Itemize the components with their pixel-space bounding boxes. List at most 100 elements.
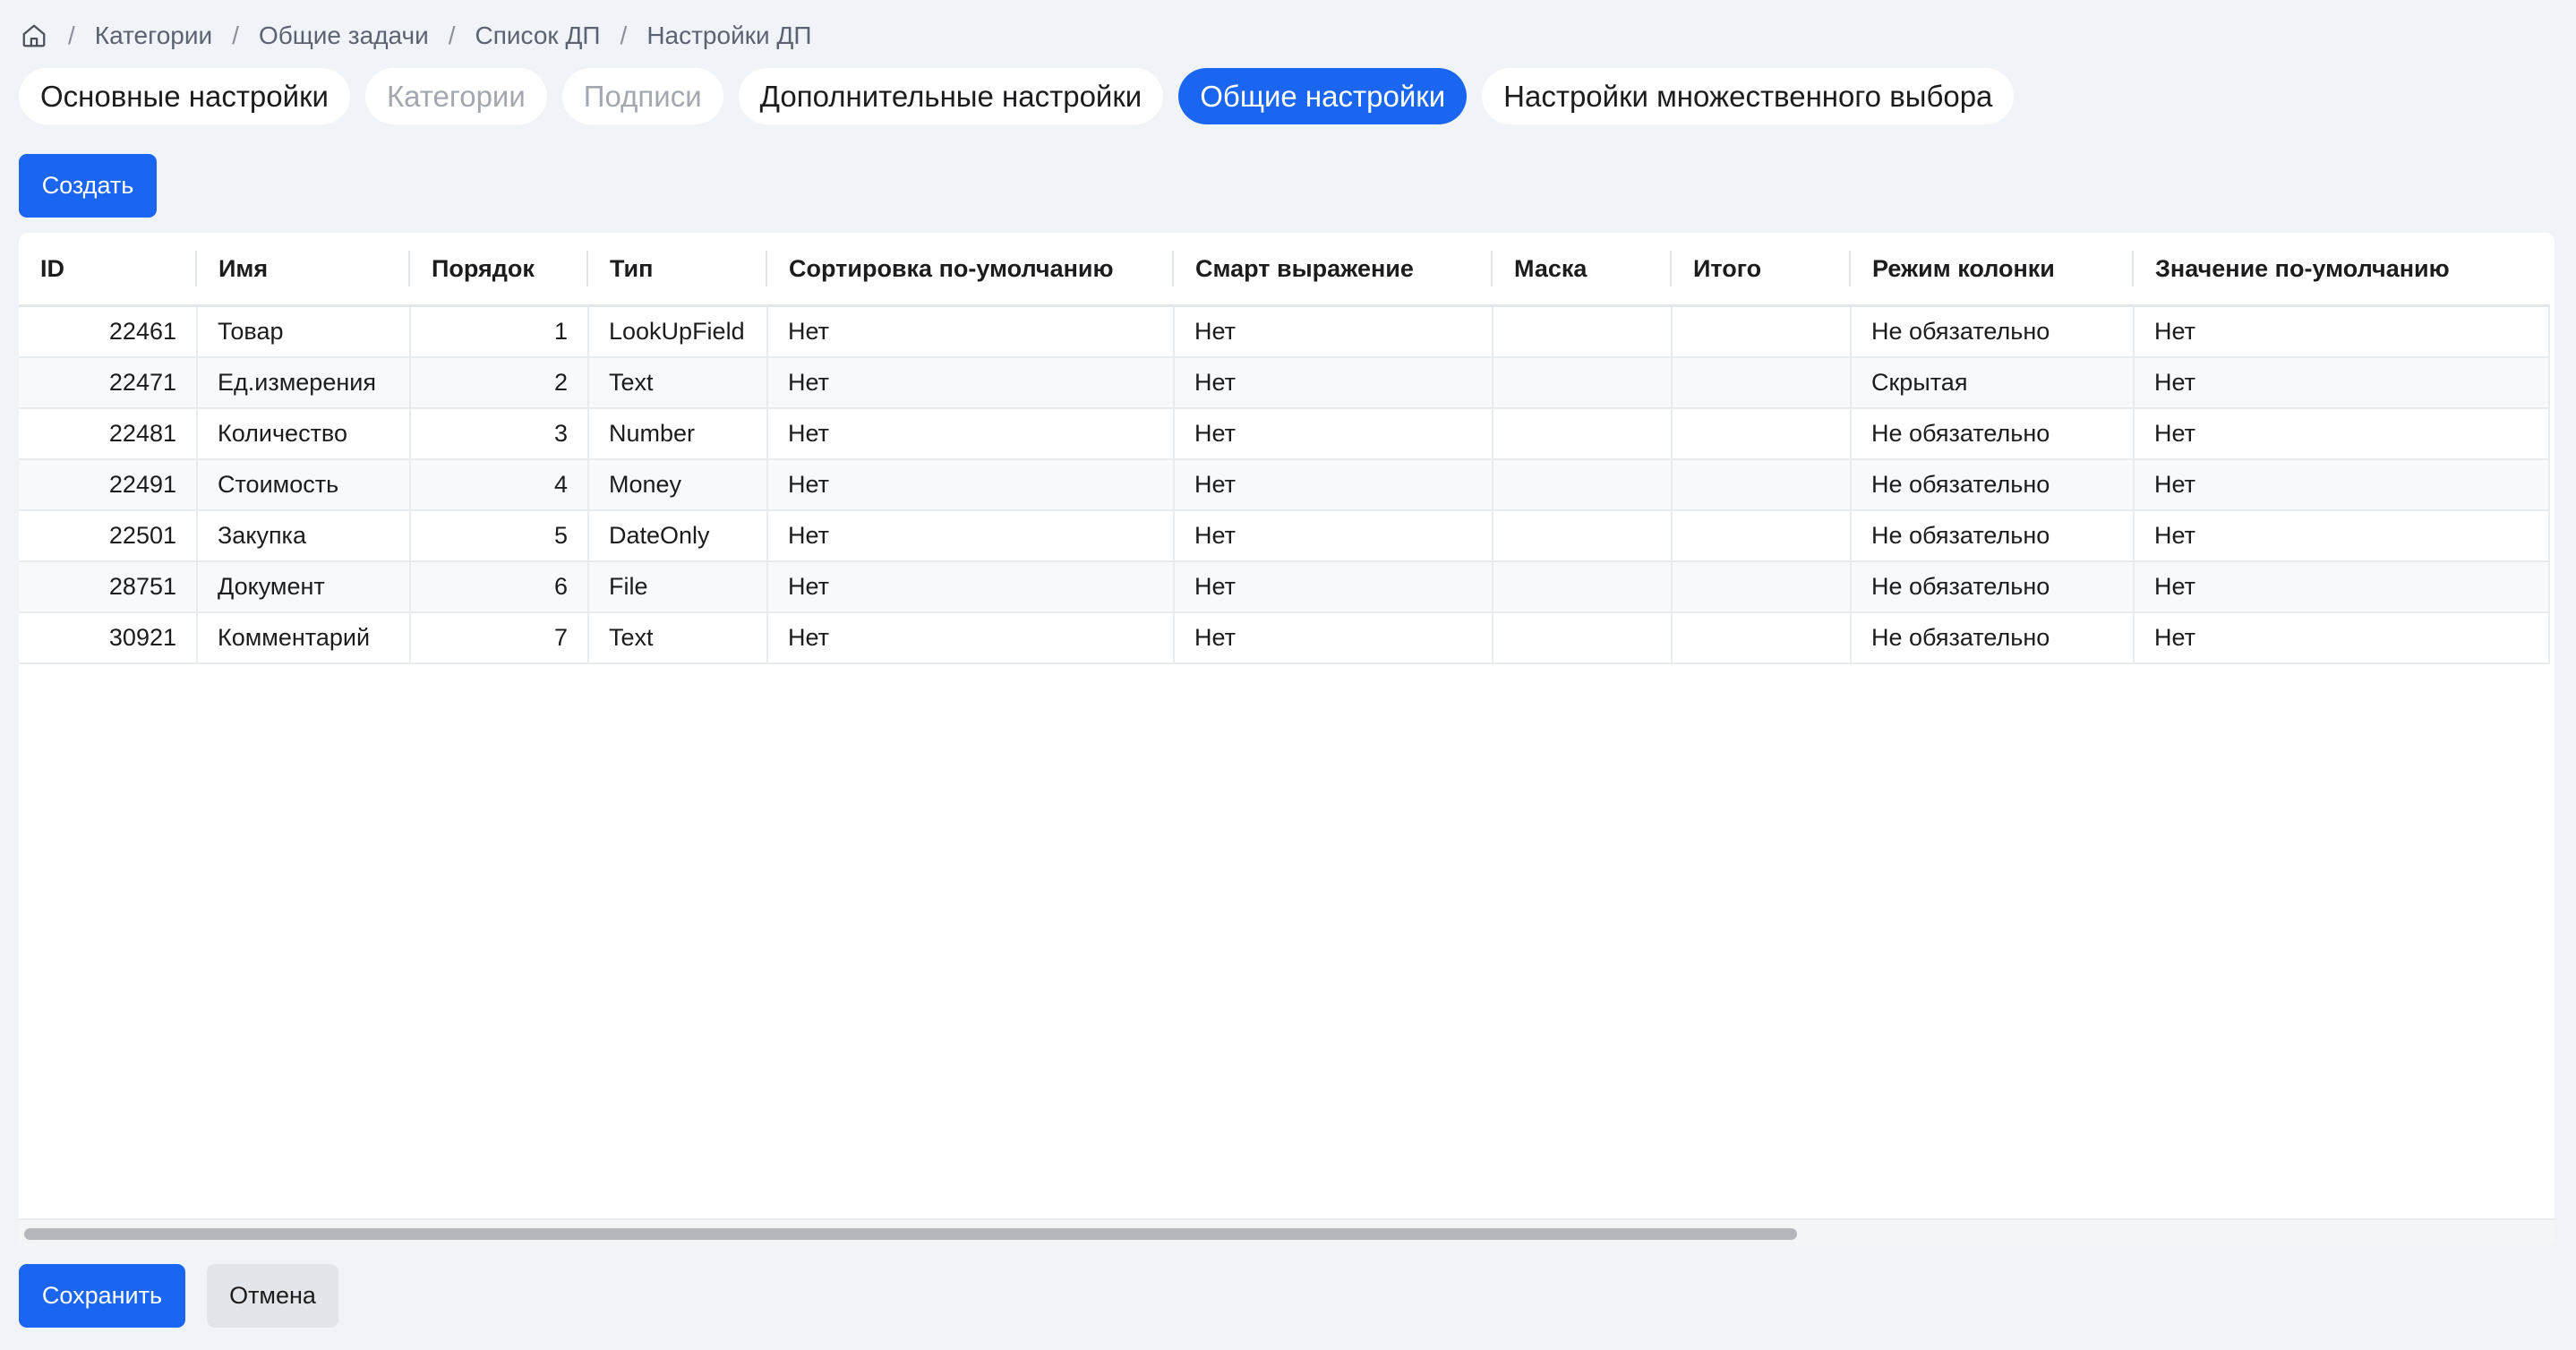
cell-smart-expression: Нет [1174,510,1493,562]
table-row[interactable]: 22461 Товар 1 LookUpField Нет Нет Не обязатель… [19,305,2550,358]
cell-mask [1493,612,1673,664]
breadcrumb-separator: / [448,21,456,49]
settings-tabs: Основные настройки Категории Подписи Доп… [19,68,2015,124]
home-icon[interactable] [20,21,48,50]
cell-total [1672,612,1852,664]
cell-default-value: Нет [2134,459,2550,511]
cell-type: Text [588,357,768,409]
column-header-default-sort[interactable]: Сортировка по-умолчанию [767,233,1174,307]
column-header-order[interactable]: Порядок [410,233,588,307]
table-row[interactable]: 28751 Документ 6 File Нет Нет Не обязательно Не… [19,561,2550,613]
cell-order: 2 [410,357,589,409]
cell-name: Количество [197,408,411,460]
tab-additional-settings[interactable]: Дополнительные настройки [738,68,1164,124]
cell-default-sort: Нет [767,305,1175,358]
column-header-default-value[interactable]: Значение по-умолчанию [2134,233,2549,307]
cell-order: 6 [410,561,589,613]
column-header-id[interactable]: ID [19,233,197,307]
breadcrumb-item-common-tasks[interactable]: Общие задачи [259,21,429,50]
cell-total [1672,561,1852,613]
cell-name: Документ [197,561,411,613]
cell-mask [1493,305,1673,358]
cell-name: Ед.измерения [197,357,411,409]
cell-name: Закупка [197,510,411,562]
cancel-button[interactable]: Отмена [207,1264,338,1328]
cell-order: 3 [410,408,589,460]
scrollbar-thumb[interactable] [24,1228,1797,1240]
table-row[interactable]: 22491 Стоимость 4 Money Нет Нет Не обязательно… [19,459,2550,511]
columns-table-panel: ID Имя Порядок Тип Сортировка по-умолчан… [19,233,2555,1247]
breadcrumb-item-list[interactable]: Список ДП [475,21,601,50]
cell-type: Number [588,408,768,460]
column-header-total[interactable]: Итого [1672,233,1851,307]
cell-type: Money [588,459,768,511]
cell-smart-expression: Нет [1174,612,1493,664]
table-row[interactable]: 22471 Ед.измерения 2 Text Нет Нет Скрытая Нет [19,357,2550,409]
cell-type: Text [588,612,768,664]
cell-order: 7 [410,612,589,664]
cell-id: 28751 [19,561,198,613]
save-button[interactable]: Сохранить [19,1264,185,1328]
cell-default-value: Нет [2134,510,2550,562]
table-body: 22461 Товар 1 LookUpField Нет Нет Не обязатель… [19,305,2550,664]
tab-multiple-choice-settings[interactable]: Настройки множественного выбора [1482,68,2015,124]
breadcrumb-separator: / [620,21,628,49]
table-row[interactable]: 22501 Закупка 5 DateOnly Нет Нет Не обязательн… [19,510,2550,562]
cell-total [1672,357,1852,409]
cell-order: 5 [410,510,589,562]
cell-name: Стоимость [197,459,411,511]
cell-order: 4 [410,459,589,511]
cell-default-value: Нет [2134,561,2550,613]
tab-categories: Категории [364,68,547,124]
cell-column-mode: Не обязательно [1851,459,2135,511]
column-header-smart-expression[interactable]: Смарт выражение [1174,233,1493,307]
columns-table: ID Имя Порядок Тип Сортировка по-умолчан… [19,233,2550,664]
column-header-mask[interactable]: Маска [1493,233,1672,307]
cell-order: 1 [410,305,589,358]
column-header-column-mode[interactable]: Режим колонки [1851,233,2134,307]
cell-id: 22501 [19,510,198,562]
cell-mask [1493,408,1673,460]
breadcrumb-separator: / [232,21,239,49]
cell-default-value: Нет [2134,612,2550,664]
cell-type: File [588,561,768,613]
cell-column-mode: Скрытая [1851,357,2135,409]
cell-default-sort: Нет [767,357,1175,409]
cell-default-value: Нет [2134,357,2550,409]
cell-default-sort: Нет [767,408,1175,460]
column-header-type[interactable]: Тип [588,233,767,307]
cell-smart-expression: Нет [1174,459,1493,511]
cell-column-mode: Не обязательно [1851,612,2135,664]
horizontal-scrollbar[interactable] [19,1218,2555,1247]
cell-default-value: Нет [2134,305,2550,358]
table-row[interactable]: 22481 Количество 3 Number Нет Нет Не обязатель… [19,408,2550,460]
cell-id: 22481 [19,408,198,460]
cell-smart-expression: Нет [1174,357,1493,409]
cell-mask [1493,510,1673,562]
breadcrumb-item-categories[interactable]: Категории [95,21,212,50]
cell-type: DateOnly [588,510,768,562]
table-row[interactable]: 30921 Комментарий 7 Text Нет Нет Не обязательн… [19,612,2550,664]
cell-default-sort: Нет [767,561,1175,613]
cell-name: Товар [197,305,411,358]
tab-basic-settings[interactable]: Основные настройки [19,68,350,124]
create-button[interactable]: Создать [19,154,157,218]
cell-mask [1493,459,1673,511]
column-header-name[interactable]: Имя [197,233,410,307]
cell-default-sort: Нет [767,510,1175,562]
cell-total [1672,305,1852,358]
breadcrumb-item-current: Настройки ДП [646,21,812,49]
cell-id: 22491 [19,459,198,511]
cell-id: 22471 [19,357,198,409]
cell-smart-expression: Нет [1174,305,1493,358]
table-header-row: ID Имя Порядок Тип Сортировка по-умолчан… [19,233,2549,307]
cell-default-sort: Нет [767,459,1175,511]
cell-column-mode: Не обязательно [1851,305,2135,358]
tab-general-settings[interactable]: Общие настройки [1178,68,1468,124]
cell-column-mode: Не обязательно [1851,408,2135,460]
cell-mask [1493,357,1673,409]
cell-column-mode: Не обязательно [1851,510,2135,562]
breadcrumb-separator: / [68,21,75,49]
cell-smart-expression: Нет [1174,408,1493,460]
cell-total [1672,408,1852,460]
